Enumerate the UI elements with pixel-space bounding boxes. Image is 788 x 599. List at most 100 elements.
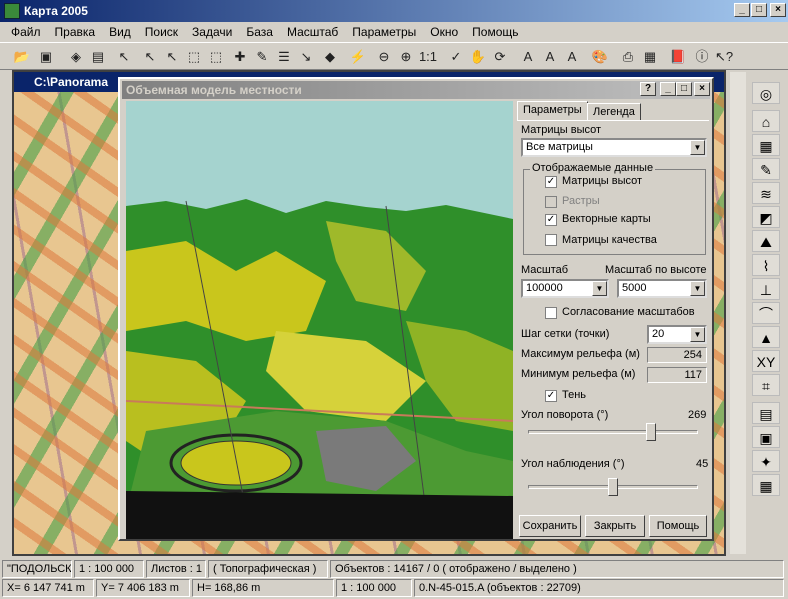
zoom-in-icon[interactable]: ⊕	[396, 47, 416, 67]
coords-xy-icon[interactable]: XY	[752, 350, 780, 372]
filter-icon[interactable]: ↘	[296, 47, 316, 67]
frame-icon[interactable]: ⬚	[184, 47, 204, 67]
min-relief-value: 117	[647, 367, 707, 383]
tab-legend[interactable]: Легенда	[587, 103, 641, 121]
zoom-actual-icon[interactable]: 1:1	[418, 47, 438, 67]
brush-icon[interactable]: ✎	[752, 158, 780, 180]
menu-parameters[interactable]: Параметры	[345, 25, 423, 39]
text-icon[interactable]: A	[518, 47, 538, 67]
select-objects-icon[interactable]: ↖	[162, 47, 182, 67]
select-icon[interactable]: ↖	[114, 47, 134, 67]
height-scale-select[interactable]: 5000 ▼	[617, 279, 707, 298]
maximize-button[interactable]: □	[751, 3, 767, 17]
menu-window[interactable]: Окно	[423, 25, 465, 39]
status-sheets: Листов : 1	[146, 560, 206, 578]
sync-scales-checkbox[interactable]	[545, 307, 557, 319]
map-scrollbar[interactable]	[730, 72, 746, 554]
menu-view[interactable]: Вид	[102, 25, 138, 39]
layers-icon[interactable]: ◈	[66, 47, 86, 67]
hand-icon[interactable]: ✋	[468, 47, 488, 67]
check-icon[interactable]: ✓	[446, 47, 466, 67]
quality-matrices-label: Матрицы качества	[562, 234, 657, 246]
measure-icon[interactable]: ◩	[752, 206, 780, 228]
profile-icon[interactable]: ⌇	[752, 254, 780, 276]
rotation-slider-thumb[interactable]	[646, 423, 657, 441]
shadow-label: Тень	[562, 389, 587, 401]
matrices-value: Все матрицы	[526, 141, 593, 153]
menu-help[interactable]: Помощь	[465, 25, 525, 39]
menu-scale[interactable]: Масштаб	[280, 25, 345, 39]
dialog-close-button[interactable]: ×	[694, 82, 710, 96]
quality-matrices-checkbox[interactable]	[545, 234, 557, 246]
dialog-maximize-button[interactable]: □	[676, 82, 692, 96]
save-button[interactable]: Сохранить	[519, 515, 581, 537]
vector-maps-checkbox[interactable]: ✓	[545, 214, 557, 226]
status-h: H= 168,86 m	[192, 579, 334, 597]
list-icon[interactable]: ▤	[88, 47, 108, 67]
observe-slider-thumb[interactable]	[608, 478, 618, 496]
menu-database[interactable]: База	[239, 25, 280, 39]
observe-value: 45	[696, 458, 709, 470]
print-icon[interactable]: ⎙	[618, 47, 638, 67]
model-3d-icon[interactable]: ◆	[320, 47, 340, 67]
network-icon[interactable]: ✦	[752, 450, 780, 472]
lightning-icon[interactable]: ⚡	[348, 47, 368, 67]
shadow-checkbox[interactable]: ✓	[545, 390, 557, 402]
font-icon[interactable]: A	[562, 47, 582, 67]
axes-icon[interactable]: ⊥	[752, 278, 780, 300]
terrain-3d-dialog: Объемная модель местности ? _ □ × Параме…	[118, 77, 714, 541]
info-icon[interactable]: ⓘ	[692, 47, 712, 67]
close-button[interactable]: ×	[770, 3, 786, 17]
menu-tasks[interactable]: Задачи	[185, 25, 239, 39]
heights-checkbox[interactable]: ✓	[545, 176, 557, 188]
object-list-icon[interactable]: ☰	[274, 47, 294, 67]
help-pointer-icon[interactable]: ↖?	[714, 47, 734, 67]
book-icon[interactable]: 📕	[668, 47, 688, 67]
elevation-icon[interactable]: ⛰	[752, 230, 780, 252]
height-scale-value: 5000	[622, 282, 647, 294]
menu-search[interactable]: Поиск	[138, 25, 185, 39]
rotation-slider-track[interactable]	[528, 430, 698, 434]
hill-icon[interactable]: ▲	[752, 326, 780, 348]
scale-select[interactable]: 100000 ▼	[521, 279, 609, 298]
select-area-icon[interactable]: ↖	[140, 47, 160, 67]
app-titlebar: Карта 2005 _ □ ×	[0, 0, 788, 22]
matrices-select[interactable]: Все матрицы ▼	[521, 138, 707, 157]
layers-stack-icon[interactable]: ≋	[752, 182, 780, 204]
refresh-icon[interactable]: ⟳	[490, 47, 510, 67]
toolbar: 📂 ▣ ◈ ▤ ↖ ↖ ↖ ⬚ ⬚ ✚ ✎ ☰ ↘ ◆ ⚡ ⊖ ⊕ 1:1 ✓ …	[0, 42, 788, 70]
matrices-label: Матрицы высот	[521, 124, 602, 136]
add-object-icon[interactable]: ✚	[230, 47, 250, 67]
picture-icon[interactable]: ▣	[752, 426, 780, 448]
open-icon[interactable]: 📂	[12, 47, 32, 67]
menu-edit[interactable]: Правка	[48, 25, 103, 39]
height-scale-label: Масштаб по высоте	[605, 264, 707, 276]
rasters-label: Растры	[562, 195, 600, 207]
close-dialog-button[interactable]: Закрыть	[585, 515, 645, 537]
menu-file[interactable]: Файл	[4, 25, 48, 39]
rotation-value: 269	[688, 409, 707, 421]
marker-icon[interactable]: ✎	[252, 47, 272, 67]
palette-icon[interactable]: 🎨	[590, 47, 610, 67]
grid-icon[interactable]: ▦	[752, 134, 780, 156]
app-title: Карта 2005	[24, 4, 88, 18]
help-button[interactable]: Помощь	[649, 515, 707, 537]
tab-parameters[interactable]: Параметры	[517, 101, 588, 121]
text-edit-icon[interactable]: A	[540, 47, 560, 67]
chevron-down-icon: ▼	[690, 281, 705, 296]
zoom-out-icon[interactable]: ⊖	[374, 47, 394, 67]
curve-icon[interactable]: ⌒	[752, 302, 780, 324]
globe-icon[interactable]: ◎	[752, 82, 780, 104]
house-icon[interactable]: ⌂	[752, 110, 780, 132]
dialog-help-button[interactable]: ?	[640, 82, 656, 96]
frame-select-icon[interactable]: ⬚	[206, 47, 226, 67]
grid-step-select[interactable]: 20 ▼	[647, 325, 707, 344]
terrain-3d-view[interactable]	[126, 101, 513, 539]
minimize-button[interactable]: _	[734, 3, 750, 17]
landscape-icon[interactable]: ▤	[752, 402, 780, 424]
table-icon[interactable]: ▦	[752, 474, 780, 496]
coords-list-icon[interactable]: ⌗	[752, 374, 780, 396]
save-icon[interactable]: ▣	[36, 47, 56, 67]
print-preview-icon[interactable]: ▦	[640, 47, 660, 67]
dialog-minimize-button[interactable]: _	[660, 82, 676, 96]
